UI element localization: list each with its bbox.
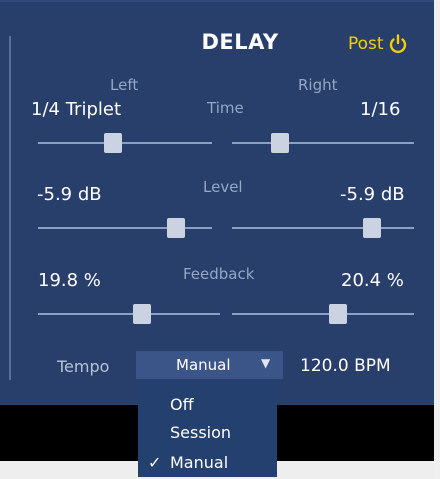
delay-panel: DELAY Post Left Right 1/4 Triplet Time 1… [0,0,434,405]
level-label: Level [203,178,243,196]
check-icon: ✓ [148,453,162,472]
tempo-bpm-value[interactable]: 120.0 BPM [300,356,391,376]
time-right-slider-track [232,142,414,144]
feedback-left-slider[interactable] [38,304,220,324]
time-right-value: 1/16 [360,99,401,120]
level-left-slider-thumb[interactable] [167,218,185,238]
menu-item-label: Session [170,423,232,442]
tempo-mode-dropdown[interactable]: Manual ▼ [136,351,283,379]
tempo-mode-menu: Off Session ✓ Manual [138,381,277,477]
feedback-left-value: 19.8 % [38,270,101,291]
post-label: Post [348,34,384,54]
power-icon [389,34,406,54]
feedback-label: Feedback [183,265,255,283]
left-column-label: Left [110,76,139,94]
level-left-value: -5.9 dB [37,184,102,205]
menu-item-session[interactable]: Session [138,419,277,447]
panel-title: DELAY [201,30,279,54]
panel-top-edge [0,0,434,2]
time-left-slider-thumb[interactable] [104,133,122,153]
level-right-value: -5.9 dB [340,184,405,205]
feedback-left-slider-track [38,313,220,315]
time-left-slider-track [38,142,212,144]
level-right-slider-thumb[interactable] [363,218,381,238]
time-label: Time [207,99,244,117]
panel-left-divider [9,36,11,380]
post-toggle-button[interactable]: Post [348,33,409,55]
feedback-right-slider[interactable] [232,304,414,324]
right-edge-strip [434,0,440,479]
feedback-left-slider-thumb[interactable] [133,304,151,324]
time-right-slider[interactable] [232,133,414,153]
time-left-slider[interactable] [38,133,212,153]
time-right-slider-thumb[interactable] [271,133,289,153]
tempo-label: Tempo [57,357,110,376]
tempo-mode-selected: Manual [176,356,231,374]
feedback-right-slider-track [232,313,414,315]
feedback-right-value: 20.4 % [341,270,404,291]
level-left-slider[interactable] [38,218,212,238]
menu-item-label: Manual [170,453,229,472]
menu-item-off[interactable]: Off [138,391,277,419]
feedback-right-slider-thumb[interactable] [329,304,347,324]
menu-item-manual[interactable]: ✓ Manual [138,449,277,477]
dropdown-caret-icon: ▼ [261,356,271,370]
time-left-value: 1/4 Triplet [31,99,121,120]
level-right-slider[interactable] [232,218,414,238]
level-right-slider-track [232,227,414,229]
level-left-slider-track [38,227,212,229]
menu-item-label: Off [170,395,194,414]
right-column-label: Right [298,76,338,94]
